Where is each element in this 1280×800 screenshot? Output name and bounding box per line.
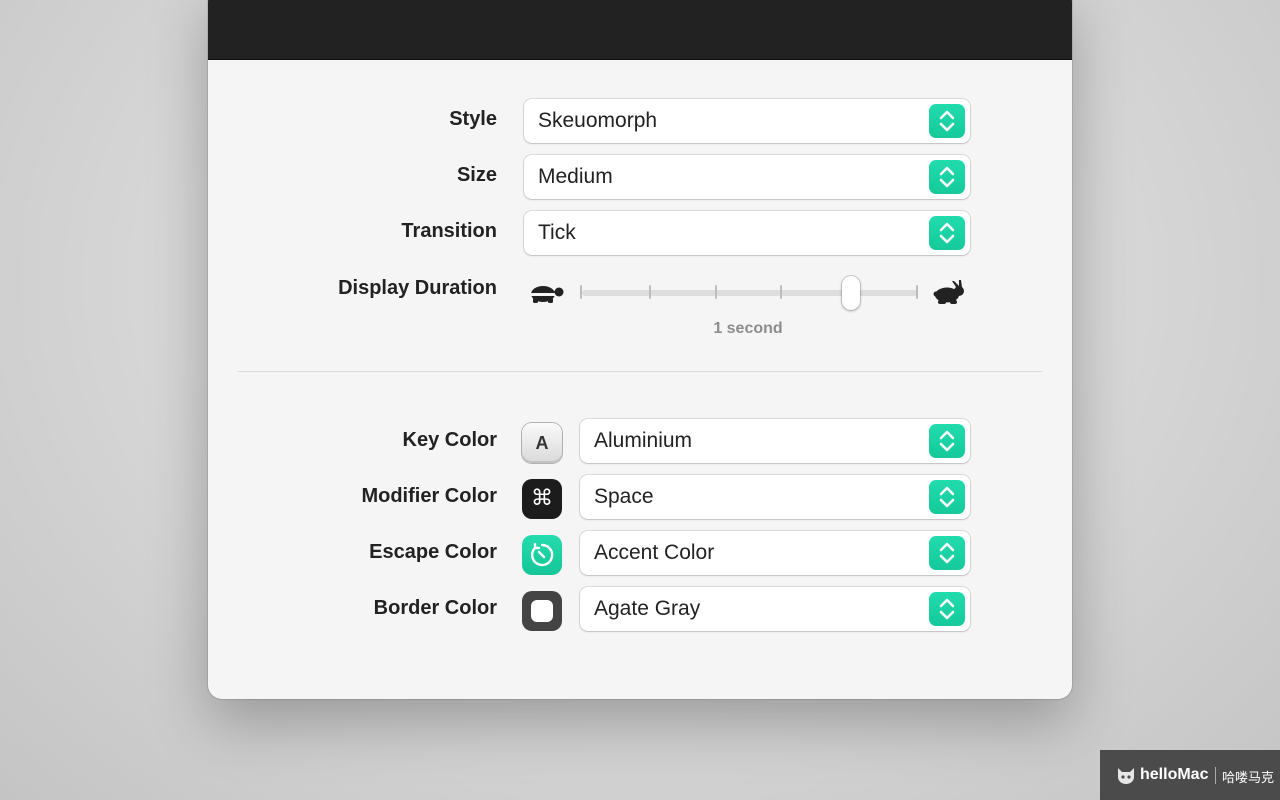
slider-tick [780, 285, 782, 299]
watermark-cn: 哈喽马克 [1222, 770, 1275, 785]
square-icon [531, 600, 553, 622]
watermark-separator [1215, 767, 1216, 784]
slider-tick [715, 285, 717, 299]
modifier-color-popup[interactable]: Space [580, 475, 970, 519]
chevron-updown-icon [929, 592, 965, 626]
display-duration-label: Display Duration [338, 277, 497, 299]
command-icon: ⌘ [531, 486, 553, 511]
escape-color-popup[interactable]: Accent Color [580, 531, 970, 575]
key-color-swatch: A [522, 423, 562, 463]
modifier-color-swatch: ⌘ [522, 479, 562, 519]
key-color-label: Key Color [402, 429, 497, 451]
size-label: Size [456, 164, 497, 186]
border-color-popup[interactable]: Agate Gray [580, 587, 970, 631]
watermark: helloMac 哈喽马克 [1100, 750, 1280, 800]
chevron-updown-icon [929, 424, 965, 458]
turtle-icon [530, 286, 564, 303]
border-color-label: Border Color [373, 597, 497, 619]
escape-color-swatch [522, 535, 562, 575]
duration-slider-track[interactable] [582, 290, 918, 296]
chevron-updown-icon [929, 160, 965, 194]
modifier-color-value: Space [594, 485, 654, 508]
modifier-color-label: Modifier Color [361, 485, 497, 507]
key-color-popup[interactable]: Aluminium [580, 419, 970, 463]
slider-tick [580, 285, 582, 299]
window-toolbar-area [208, 0, 1072, 60]
duration-caption: 1 second [713, 320, 783, 337]
border-color-swatch [522, 591, 562, 631]
escape-color-value: Accent Color [594, 541, 715, 564]
chevron-updown-icon [929, 536, 965, 570]
size-popup[interactable]: Medium [524, 155, 970, 199]
chevron-updown-icon [929, 216, 965, 250]
style-label: Style [449, 108, 497, 130]
size-value: Medium [538, 165, 613, 188]
key-color-value: Aluminium [594, 429, 693, 452]
slider-tick [649, 285, 651, 299]
chevron-updown-icon [929, 480, 965, 514]
style-popup[interactable]: Skeuomorph [524, 99, 970, 143]
transition-value: Tick [538, 221, 576, 244]
slider-tick [916, 285, 918, 299]
chevron-updown-icon [929, 104, 965, 138]
escape-clock-icon [530, 542, 554, 567]
watermark-brand: helloMac [1140, 766, 1209, 783]
rabbit-icon [933, 280, 964, 304]
escape-color-label: Escape Color [369, 541, 497, 563]
transition-popup[interactable]: Tick [524, 211, 970, 255]
style-value: Skeuomorph [538, 109, 658, 132]
duration-slider-knob[interactable] [841, 276, 860, 310]
key-swatch-glyph: A [535, 433, 549, 453]
border-color-value: Agate Gray [594, 597, 701, 620]
section-divider [238, 371, 1042, 372]
cat-logo-icon [1118, 768, 1134, 784]
transition-label: Transition [401, 220, 497, 242]
